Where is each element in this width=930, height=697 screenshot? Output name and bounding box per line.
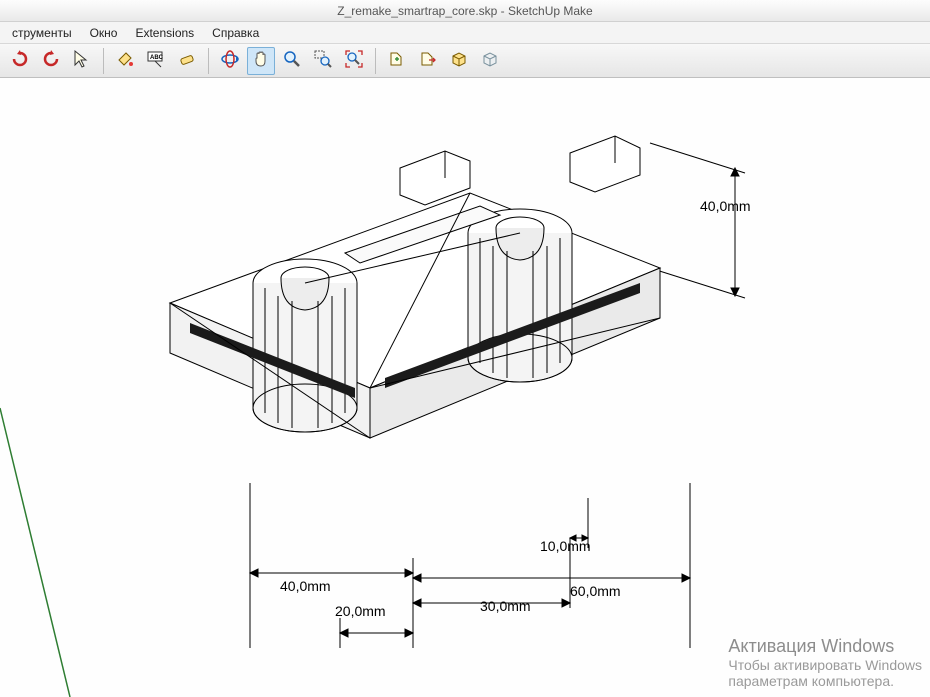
toolbar-separator <box>208 48 209 74</box>
zoom-button[interactable] <box>278 47 306 75</box>
dimension-label: 20,0mm <box>335 603 386 619</box>
box-button[interactable] <box>445 47 473 75</box>
import-button[interactable] <box>383 47 411 75</box>
section-plane-button[interactable] <box>476 47 504 75</box>
window-title: Z_remake_smartrap_core.skp - SketchUp Ma… <box>337 4 592 18</box>
orbit-button[interactable] <box>216 47 244 75</box>
viewport-3d[interactable]: 40,0mm 40,0mm 20,0mm 30,0mm 60,0mm 10,0m… <box>0 78 930 697</box>
select-button[interactable] <box>68 47 96 75</box>
select-icon <box>72 49 92 72</box>
export-icon <box>418 49 438 72</box>
pan-icon <box>251 49 271 72</box>
import-icon <box>387 49 407 72</box>
section-icon <box>480 49 500 72</box>
dimension-label: 30,0mm <box>480 598 531 614</box>
zoom-extents-icon <box>344 49 364 72</box>
menu-window[interactable]: Окно <box>82 24 126 42</box>
model-canvas[interactable] <box>0 78 930 697</box>
box-icon <box>449 49 469 72</box>
svg-text:ABC: ABC <box>150 55 164 61</box>
menu-extensions[interactable]: Extensions <box>127 24 202 42</box>
text-label-button[interactable]: ABC <box>142 47 170 75</box>
dimension-label: 40,0mm <box>700 198 751 214</box>
undo-button[interactable] <box>6 47 34 75</box>
text-label-icon: ABC <box>146 49 166 72</box>
export-button[interactable] <box>414 47 442 75</box>
redo-button[interactable] <box>37 47 65 75</box>
undo-icon <box>10 49 30 72</box>
zoom-extents-button[interactable] <box>340 47 368 75</box>
dimension-label: 60,0mm <box>570 583 621 599</box>
menu-bar: струменты Окно Extensions Справка <box>0 22 930 44</box>
eraser-icon <box>177 49 197 72</box>
zoom-window-button[interactable] <box>309 47 337 75</box>
paint-bucket-button[interactable] <box>111 47 139 75</box>
orbit-icon <box>220 49 240 72</box>
toolbar: ABC <box>0 44 930 78</box>
zoom-window-icon <box>313 49 333 72</box>
paint-bucket-icon <box>115 49 135 72</box>
dimension-label: 40,0mm <box>280 578 331 594</box>
redo-icon <box>41 49 61 72</box>
toolbar-separator <box>375 48 376 74</box>
menu-tools[interactable]: струменты <box>4 24 80 42</box>
title-bar: Z_remake_smartrap_core.skp - SketchUp Ma… <box>0 0 930 22</box>
zoom-icon <box>282 49 302 72</box>
eraser-button[interactable] <box>173 47 201 75</box>
toolbar-separator <box>103 48 104 74</box>
pan-button[interactable] <box>247 47 275 75</box>
menu-help[interactable]: Справка <box>204 24 267 42</box>
dimension-label: 10,0mm <box>540 538 591 554</box>
